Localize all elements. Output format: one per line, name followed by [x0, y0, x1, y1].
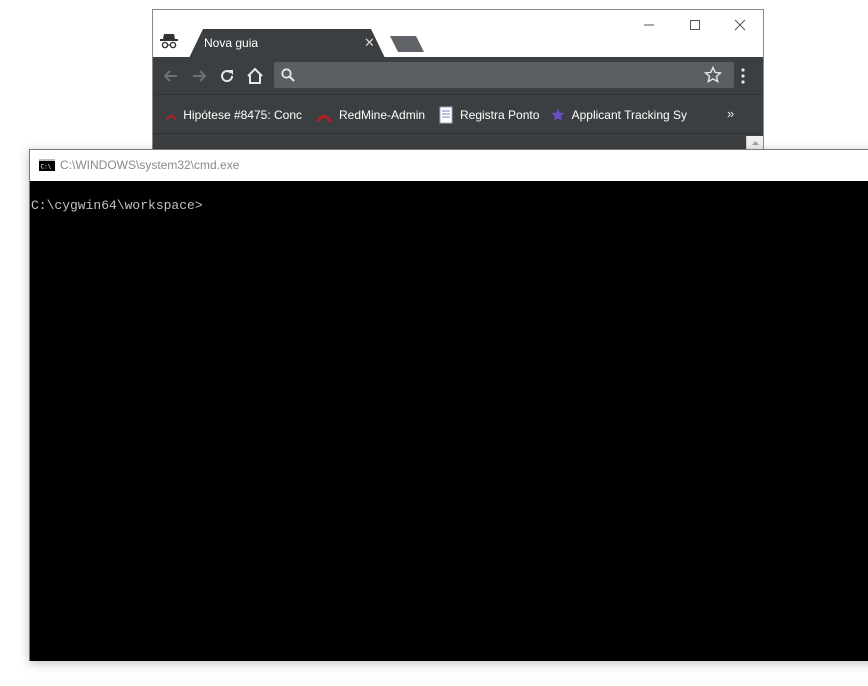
tab-strip: Nova guia ✕	[153, 10, 763, 58]
redmine-icon	[317, 115, 331, 122]
bookmarks-overflow-button[interactable]: »	[727, 106, 734, 121]
bookmark-hipotese[interactable]: Hipótese #8475: Conc	[165, 105, 302, 125]
bookmark-label: RedMine-Admin	[339, 108, 426, 122]
forward-arrow-icon[interactable]	[190, 67, 208, 85]
cmd-titlebar[interactable]: C:\ C:\WINDOWS\system32\cmd.exe	[30, 150, 868, 181]
cmd-window: C:\ C:\WINDOWS\system32\cmd.exe C:\cygwi…	[29, 149, 868, 661]
browser-toolbar	[153, 57, 763, 94]
reload-icon[interactable]	[218, 67, 236, 85]
cmd-app-icon: C:\	[39, 159, 55, 171]
minimize-icon	[644, 24, 654, 26]
bookmark-label: Registra Ponto	[460, 108, 540, 122]
bookmark-label: Hipótese #8475: Conc	[183, 108, 302, 122]
search-icon	[281, 68, 295, 82]
incognito-icon	[160, 34, 178, 49]
bookmark-star-icon[interactable]	[704, 66, 722, 84]
close-window-button[interactable]	[725, 14, 755, 36]
bookmarks-bar: Hipótese #8475: Conc RedMine-Admin Regis…	[153, 94, 763, 133]
back-arrow-icon[interactable]	[162, 67, 180, 85]
document-icon	[439, 106, 453, 124]
menu-dots-icon[interactable]	[740, 66, 746, 86]
bookmark-label: Applicant Tracking Sy	[571, 108, 687, 122]
bookmark-registra-ponto[interactable]: Registra Ponto	[438, 105, 548, 125]
omnibox-input[interactable]	[300, 65, 690, 85]
home-icon[interactable]	[246, 67, 264, 85]
tab-nova-guia[interactable]: Nova guia ✕	[189, 29, 385, 58]
redmine-icon	[166, 115, 176, 120]
bookmark-applicant-tracking[interactable]: Applicant Tracking Sy	[550, 105, 687, 125]
command-prompt: C:\cygwin64\workspace>	[31, 198, 203, 213]
chevron-up-icon	[752, 141, 759, 145]
omnibox[interactable]	[274, 62, 734, 88]
close-icon	[734, 19, 746, 31]
console-area[interactable]: C:\cygwin64\workspace>	[30, 181, 868, 661]
chrome-window: Nova guia ✕ Hipótese #8475: Conc RedMine…	[152, 9, 764, 159]
cmd-window-title: C:\WINDOWS\system32\cmd.exe	[60, 158, 240, 172]
tab-title: Nova guia	[204, 36, 259, 50]
new-tab-button[interactable]	[390, 36, 424, 52]
tab-close-icon[interactable]: ✕	[364, 35, 375, 51]
svg-text:C:\: C:\	[41, 164, 52, 171]
maximize-icon	[690, 20, 700, 30]
minimize-button[interactable]	[634, 14, 664, 36]
maximize-button[interactable]	[680, 14, 710, 36]
bookmark-redmine-admin[interactable]: RedMine-Admin	[315, 105, 430, 125]
star-icon	[551, 108, 565, 121]
